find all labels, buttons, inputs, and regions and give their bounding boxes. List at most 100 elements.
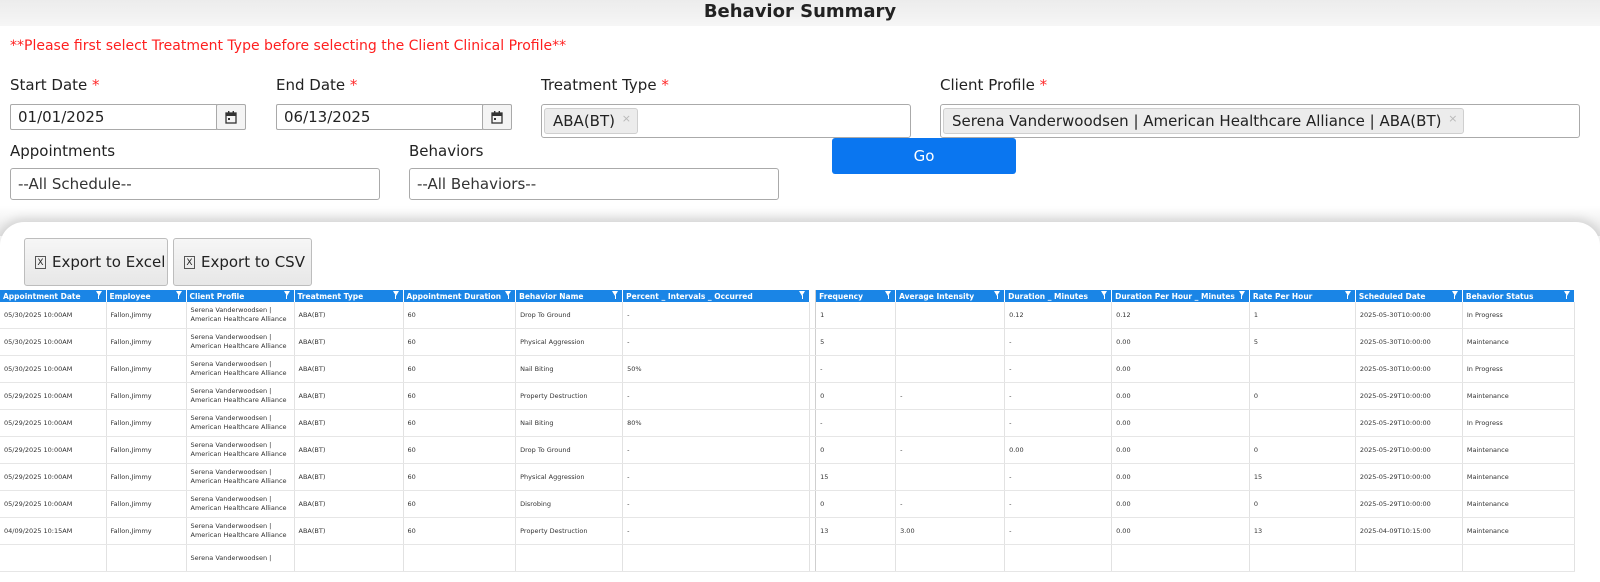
table-cell: Fallon,Jimmy	[106, 409, 187, 437]
column-header[interactable]: Percent _ Intervals _ Occurred	[622, 290, 811, 302]
end-date-calendar-button[interactable]	[482, 104, 512, 130]
filter-icon[interactable]	[175, 291, 182, 299]
column-header[interactable]: Appointment Duration	[403, 290, 517, 302]
filter-icon[interactable]	[1101, 291, 1108, 299]
table-row[interactable]: 04/09/2025 10:15AM Fallon,Jimmy Serena Van…	[0, 517, 1575, 545]
table-cell: 05/30/2025 10:00AM	[0, 328, 107, 356]
column-header[interactable]: Duration _ Minutes	[1004, 290, 1113, 302]
table-cell: -	[622, 463, 811, 491]
start-date-input[interactable]: 01/01/2025	[10, 104, 218, 130]
table-cell: Fallon,Jimmy	[106, 436, 187, 464]
table-cell: Fallon,Jimmy	[106, 302, 187, 329]
table-cell: Nail Biting	[515, 409, 624, 437]
table-cell: 2025-05-30T10:00:00	[1355, 302, 1463, 329]
column-header[interactable]: Rate Per Hour	[1249, 290, 1356, 302]
go-button[interactable]: Go	[832, 138, 1016, 174]
table-cell: 50%	[622, 355, 811, 383]
table-cell: 05/29/2025 10:00AM	[0, 436, 107, 464]
treatment-type-chip[interactable]: ABA(BT) ×	[544, 108, 638, 134]
table-cell: 60	[403, 382, 517, 410]
table-cell	[895, 409, 1006, 437]
table-cell	[1462, 544, 1575, 572]
table-cell: 0.12	[1111, 302, 1250, 329]
table-cell: Fallon,Jimmy	[106, 355, 187, 383]
treatment-type-select[interactable]: ABA(BT) ×	[541, 104, 911, 138]
column-header[interactable]: Treatment Type	[294, 290, 404, 302]
table-cell: 1	[1249, 302, 1356, 329]
table-cell: Serena Vanderwoodsen | American Healthca…	[186, 490, 295, 518]
column-header[interactable]: Behavior Name	[515, 290, 624, 302]
table-cell	[895, 544, 1006, 572]
table-row[interactable]: 05/29/2025 10:00AM Fallon,Jimmy Serena Van…	[0, 409, 1575, 437]
required-mark: *	[92, 76, 100, 94]
column-header[interactable]: Scheduled Date	[1355, 290, 1463, 302]
column-header[interactable]: Behavior Status	[1462, 290, 1575, 302]
column-header[interactable]: Frequency	[815, 290, 897, 302]
filter-icon[interactable]	[1238, 291, 1245, 299]
client-profile-chip[interactable]: Serena Vanderwoodsen | American Healthca…	[943, 107, 1465, 134]
remove-chip-icon[interactable]: ×	[622, 107, 631, 131]
filter-icon[interactable]	[283, 291, 290, 299]
table-cell	[515, 544, 624, 572]
behaviors-select[interactable]: --All Behaviors--	[409, 168, 779, 200]
filter-icon[interactable]	[95, 291, 102, 299]
table-cell: Property Destruction	[515, 517, 624, 545]
column-header[interactable]: Employee	[106, 290, 187, 302]
table-cell: Physical Aggression	[515, 463, 624, 491]
filter-icon[interactable]	[392, 291, 399, 299]
table-row[interactable]: 05/30/2025 10:00AM Fallon,Jimmy Serena Van…	[0, 355, 1575, 383]
end-date-input[interactable]: 06/13/2025	[276, 104, 484, 130]
table-row[interactable]: 05/30/2025 10:00AM Fallon,Jimmy Serena Van…	[0, 302, 1575, 329]
table-cell: -	[1004, 328, 1113, 356]
filter-icon[interactable]	[505, 291, 512, 299]
table-row[interactable]: 05/29/2025 10:00AM Fallon,Jimmy Serena Van…	[0, 382, 1575, 410]
filter-icon[interactable]	[885, 291, 892, 299]
export-csv-button[interactable]: X Export to CSV	[173, 238, 312, 286]
column-header[interactable]: Duration Per Hour _ Minutes	[1111, 290, 1250, 302]
filter-icon[interactable]	[1344, 291, 1351, 299]
column-header[interactable]: Appointment Date	[0, 290, 107, 302]
table-cell	[1249, 544, 1356, 572]
table-cell: Serena Vanderwoodsen | American Healthca…	[186, 382, 295, 410]
client-profile-select[interactable]: Serena Vanderwoodsen | American Healthca…	[940, 104, 1580, 138]
table-cell: 1	[815, 302, 897, 329]
table-cell: 0.00	[1111, 409, 1250, 437]
table-cell: ABA(BT)	[294, 355, 404, 383]
column-header[interactable]: Average Intensity	[895, 290, 1006, 302]
table-cell: 3.00	[895, 517, 1006, 545]
treatment-warning: **Please first select Treatment Type bef…	[10, 38, 567, 54]
table-cell: ABA(BT)	[294, 517, 404, 545]
start-date-calendar-button[interactable]	[216, 104, 246, 130]
filter-icon[interactable]	[1451, 291, 1458, 299]
filter-icon[interactable]	[1563, 291, 1570, 299]
table-row[interactable]: Serena Vanderwoodsen |	[0, 544, 1575, 572]
column-header-label: Appointment Duration	[406, 291, 502, 301]
table-cell	[294, 544, 404, 572]
table-cell: 0.00	[1111, 382, 1250, 410]
table-cell: 0.00	[1111, 463, 1250, 491]
table-cell: 60	[403, 436, 517, 464]
filter-icon[interactable]	[612, 291, 619, 299]
table-cell: In Progress	[1462, 409, 1575, 437]
table-cell: 5	[815, 328, 897, 356]
filter-icon[interactable]	[799, 291, 806, 299]
table-cell: 60	[403, 302, 517, 329]
remove-chip-icon[interactable]: ×	[1448, 107, 1457, 131]
table-row[interactable]: 05/30/2025 10:00AM Fallon,Jimmy Serena Van…	[0, 328, 1575, 356]
table-cell	[0, 544, 107, 572]
export-excel-button[interactable]: X Export to Excel	[24, 238, 168, 286]
table-row[interactable]: 05/29/2025 10:00AM Fallon,Jimmy Serena Van…	[0, 490, 1575, 518]
appointments-select[interactable]: --All Schedule--	[10, 168, 380, 200]
table-row[interactable]: 05/29/2025 10:00AM Fallon,Jimmy Serena Van…	[0, 463, 1575, 491]
table-cell: Serena Vanderwoodsen | American Healthca…	[186, 302, 295, 329]
table-cell: 0.00	[1111, 328, 1250, 356]
table-row[interactable]: 05/29/2025 10:00AM Fallon,Jimmy Serena Van…	[0, 436, 1575, 464]
table-cell: 0.12	[1004, 302, 1113, 329]
grid-body: 05/30/2025 10:00AM Fallon,Jimmy Serena Van…	[0, 302, 1575, 572]
table-cell: -	[622, 517, 811, 545]
table-cell: 60	[403, 517, 517, 545]
table-cell: 15	[815, 463, 897, 491]
column-header[interactable]: Client Profile	[186, 290, 295, 302]
filter-icon[interactable]	[994, 291, 1001, 299]
table-cell: Physical Aggression	[515, 328, 624, 356]
